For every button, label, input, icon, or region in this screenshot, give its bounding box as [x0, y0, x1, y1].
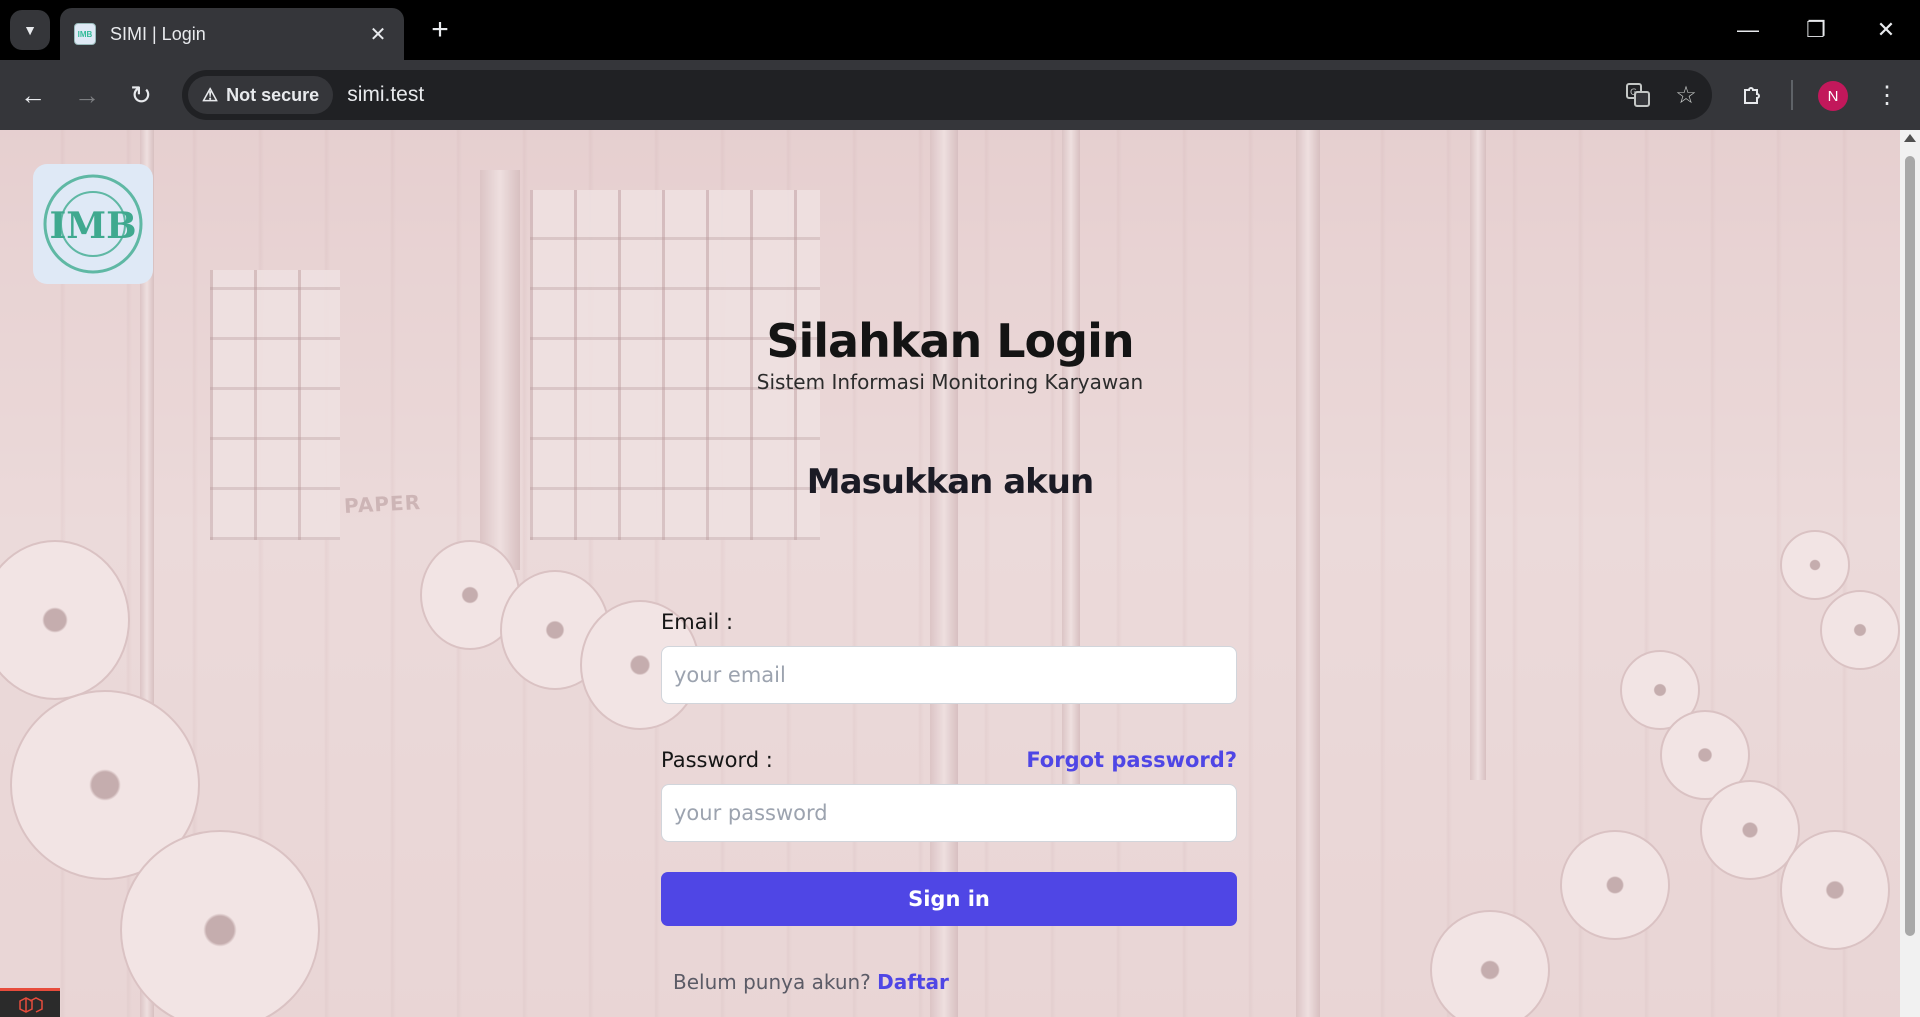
page-title: Silahkan Login — [766, 314, 1134, 368]
page-scrollbar[interactable] — [1900, 130, 1920, 1017]
tab-strip: ▼ IMB SIMI | Login ✕ + — ❐ ✕ — [0, 0, 1920, 60]
debugbar-icon[interactable] — [0, 988, 60, 1017]
close-window-icon[interactable]: ✕ — [1856, 8, 1916, 52]
toolbar-divider — [1791, 80, 1793, 110]
forgot-password-link[interactable]: Forgot password? — [1026, 748, 1237, 772]
chevron-down-icon[interactable]: ▼ — [10, 10, 50, 50]
register-prompt-text: Belum punya akun? — [673, 970, 871, 994]
sign-in-button[interactable]: Sign in — [661, 872, 1237, 926]
restore-icon[interactable]: ❐ — [1786, 8, 1846, 52]
warning-triangle-icon: ⚠ — [202, 84, 219, 105]
scroll-up-arrow-icon[interactable] — [1904, 134, 1916, 142]
password-field[interactable] — [661, 784, 1237, 842]
favicon-icon: IMB — [74, 23, 96, 45]
password-label: Password : — [661, 748, 773, 772]
star-icon[interactable]: ☆ — [1664, 73, 1708, 117]
register-prompt: Belum punya akun? Daftar — [673, 970, 949, 994]
page-subtitle: Sistem Informasi Monitoring Karyawan — [756, 370, 1144, 394]
avatar[interactable]: N — [1818, 81, 1848, 111]
svg-text:G: G — [1630, 88, 1637, 98]
url-text[interactable]: simi.test — [347, 83, 1616, 107]
security-chip[interactable]: ⚠ Not secure — [188, 76, 334, 114]
security-label: Not secure — [226, 84, 320, 105]
minimize-icon[interactable]: — — [1718, 8, 1778, 52]
register-link[interactable]: Daftar — [877, 970, 949, 994]
address-bar[interactable]: ⚠ Not secure simi.test G ☆ — [182, 70, 1712, 120]
email-label: Email : — [661, 610, 734, 634]
browser-tab[interactable]: IMB SIMI | Login ✕ — [60, 8, 404, 60]
tab-title: SIMI | Login — [110, 23, 206, 44]
reload-icon[interactable]: ↻ — [120, 74, 162, 116]
scroll-thumb[interactable] — [1905, 156, 1915, 936]
page-viewport: PAPER IMB Silahkan Login Sistem Informas… — [0, 130, 1920, 1017]
email-field[interactable] — [661, 646, 1237, 704]
close-icon[interactable]: ✕ — [366, 22, 390, 47]
kebab-menu-icon[interactable]: ⋮ — [1866, 74, 1908, 116]
browser-toolbar: ← → ↻ ⚠ Not secure simi.test G ☆ ⋮ — [0, 60, 1920, 130]
logo-text: IMB — [49, 205, 136, 247]
plus-icon[interactable]: + — [422, 12, 458, 48]
company-logo: IMB — [33, 164, 153, 284]
arrow-left-icon[interactable]: ← — [12, 74, 54, 116]
puzzle-icon[interactable] — [1732, 74, 1774, 116]
form-heading: Masukkan akun — [806, 462, 1094, 502]
translate-icon[interactable]: G — [1616, 73, 1660, 117]
arrow-right-icon: → — [74, 79, 100, 110]
